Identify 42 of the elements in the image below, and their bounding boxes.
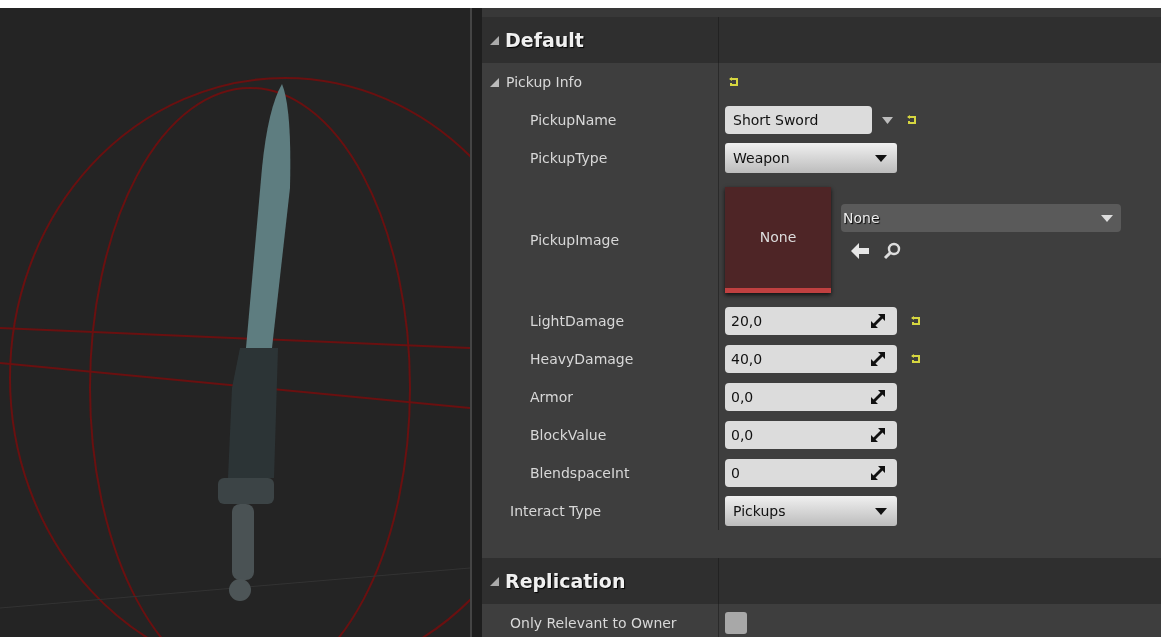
property-label: Only Relevant to Owner — [510, 615, 677, 631]
number-field[interactable]: 40,0 — [725, 345, 897, 373]
property-label: PickupImage — [530, 231, 619, 248]
asset-thumbnail[interactable]: None — [725, 186, 831, 293]
dropdown-caret-icon[interactable] — [882, 116, 893, 124]
property-label: PickupType — [530, 150, 608, 166]
section-title: Replication — [505, 570, 626, 592]
resize-arrows-icon — [871, 428, 885, 442]
group-label: Pickup Info — [506, 74, 583, 90]
search-icon[interactable] — [883, 242, 901, 260]
property-label: PickupName — [530, 112, 617, 128]
resize-arrows-icon — [871, 466, 885, 480]
collapse-triangle-icon[interactable] — [490, 576, 499, 586]
collapse-triangle-icon[interactable] — [490, 77, 499, 87]
property-label: BlendspaceInt — [530, 465, 630, 481]
caret-icon — [875, 154, 887, 162]
reset-arrow-icon[interactable] — [729, 77, 739, 87]
section-title: Default — [505, 29, 584, 51]
property-label: BlockValue — [530, 427, 607, 443]
caret-icon — [875, 507, 887, 515]
arrow-left-icon[interactable] — [851, 243, 869, 259]
number-field[interactable]: 20,0 — [725, 307, 897, 335]
resize-arrows-icon — [871, 352, 885, 366]
number-field[interactable]: 0,0 — [725, 383, 897, 411]
reset-arrow-icon[interactable] — [911, 354, 921, 364]
resize-arrows-icon — [871, 314, 885, 328]
checkbox[interactable] — [725, 612, 747, 634]
type-dropdown[interactable]: Weapon — [725, 143, 897, 173]
number-field[interactable]: 0 — [725, 459, 897, 487]
number-field[interactable]: 0,0 — [725, 421, 897, 449]
resize-arrows-icon — [871, 390, 885, 404]
collapse-triangle-icon[interactable] — [490, 35, 499, 45]
asset-dropdown[interactable]: None — [841, 204, 1121, 232]
reset-arrow-icon[interactable] — [911, 316, 921, 326]
name-field[interactable]: Short Sword — [725, 106, 872, 134]
type-dropdown[interactable]: Pickups — [725, 496, 897, 526]
property-label: HeavyDamage — [530, 351, 634, 367]
caret-icon — [1101, 214, 1113, 222]
property-label: Interact Type — [510, 503, 602, 519]
property-label: LightDamage — [530, 313, 624, 329]
reset-arrow-icon[interactable] — [907, 115, 917, 125]
property-label: Armor — [530, 389, 574, 405]
